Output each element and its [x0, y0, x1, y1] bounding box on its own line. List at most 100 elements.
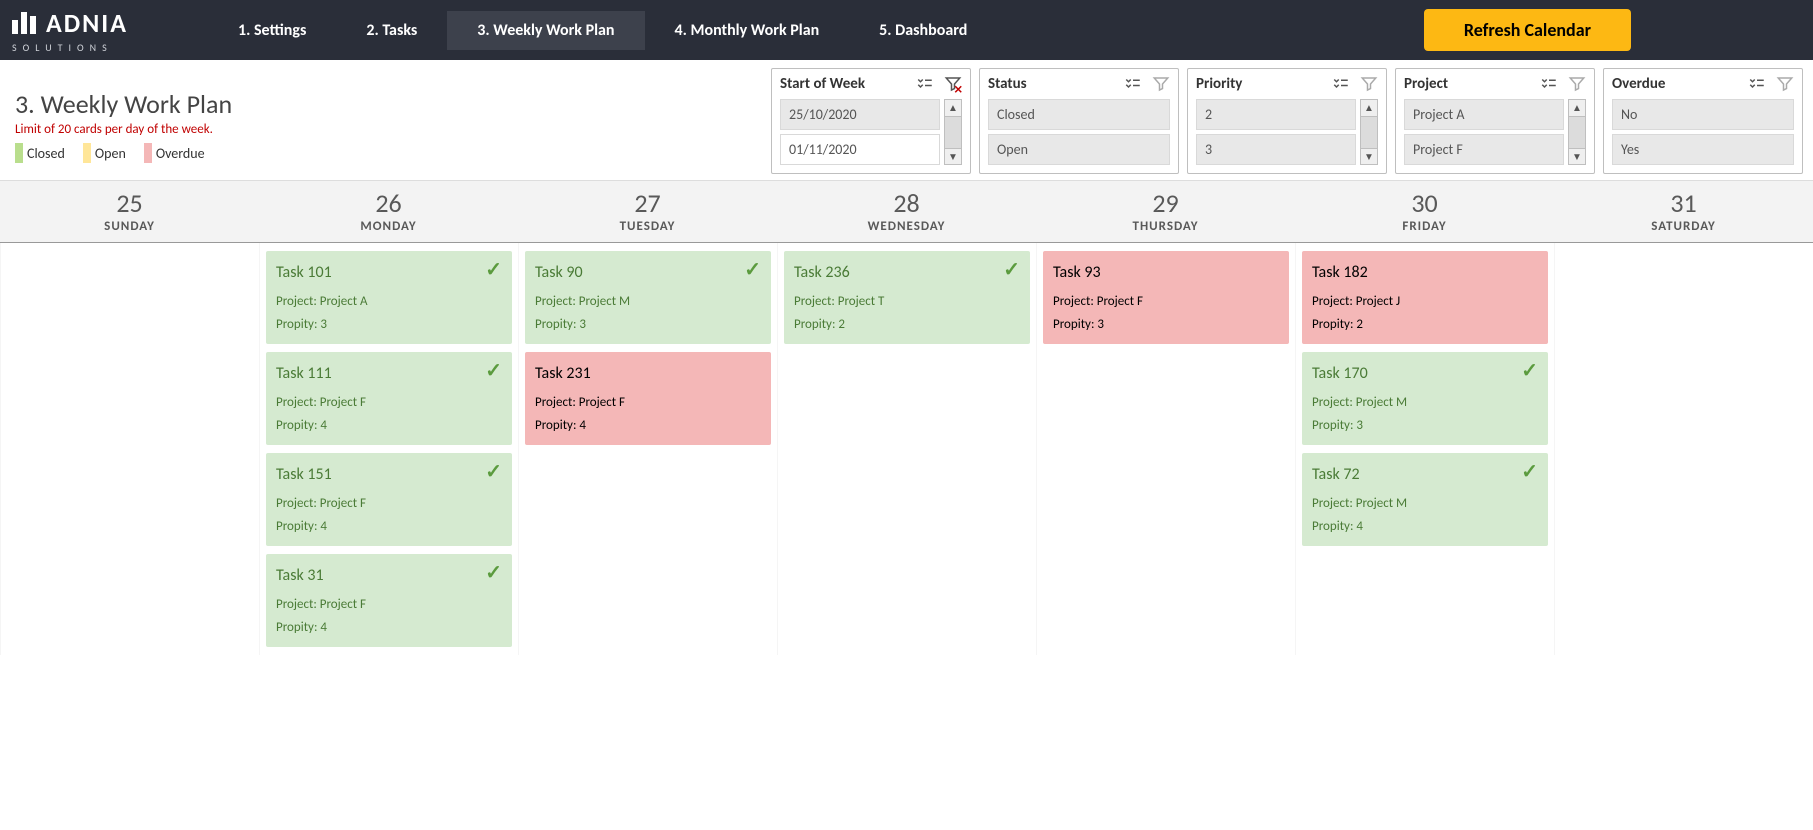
task-title: Task 182 — [1312, 263, 1538, 282]
refresh-calendar-button[interactable]: Refresh Calendar — [1424, 9, 1631, 51]
filter-start-of-week: Start of Week 25/10/2020 01/11/2020 ▲ ▼ — [771, 68, 971, 174]
task-card[interactable]: ✓Task 90 Project: Project M Propity: 3 — [525, 251, 771, 344]
spinner-track[interactable] — [944, 117, 962, 148]
task-card[interactable]: Task 231 Project: Project F Propity: 4 — [525, 352, 771, 445]
filter-project-value-1[interactable]: Project A — [1404, 99, 1564, 130]
nav-dashboard[interactable]: 5. Dashboard — [849, 11, 997, 50]
task-title: Task 236 — [794, 263, 1020, 282]
day-column — [0, 243, 259, 655]
task-card[interactable]: ✓Task 101 Project: Project A Propity: 3 — [266, 251, 512, 344]
nav-monthly[interactable]: 4. Monthly Work Plan — [645, 11, 850, 50]
limit-note: Limit of 20 cards per day of the week. — [15, 122, 510, 137]
day-column: ✓Task 90 Project: Project M Propity: 3 T… — [518, 243, 777, 655]
brand-subtitle: SOLUTIONS — [12, 41, 128, 54]
task-project: Project: Project F — [1053, 294, 1279, 309]
spinner-down-button[interactable]: ▼ — [944, 148, 962, 166]
task-card[interactable]: ✓Task 72 Project: Project M Propity: 4 — [1302, 453, 1548, 546]
spinner-down-button[interactable]: ▼ — [1568, 148, 1586, 166]
check-icon: ✓ — [485, 358, 502, 383]
spinner-up-button[interactable]: ▲ — [1360, 99, 1378, 117]
task-card[interactable]: ✓Task 170 Project: Project M Propity: 3 — [1302, 352, 1548, 445]
task-card[interactable]: ✓Task 31 Project: Project F Propity: 4 — [266, 554, 512, 647]
task-priority: Propity: 4 — [1312, 519, 1538, 534]
legend-open-swatch — [83, 143, 91, 163]
spinner-down-button[interactable]: ▼ — [1360, 148, 1378, 166]
filter-project-value-2[interactable]: Project F — [1404, 134, 1564, 165]
filter-icon[interactable] — [1360, 75, 1378, 93]
filter-overdue-value-1[interactable]: No — [1612, 99, 1794, 130]
check-icon: ✓ — [1521, 358, 1538, 383]
day-number: 26 — [259, 187, 518, 219]
filter-priority: Priority 2 3 ▲ ▼ — [1187, 68, 1387, 174]
task-card[interactable]: ✓Task 111 Project: Project F Propity: 4 — [266, 352, 512, 445]
task-title: Task 31 — [276, 566, 502, 585]
task-card[interactable]: Task 93 Project: Project F Propity: 3 — [1043, 251, 1289, 344]
calendar-header: 25 SUNDAY26 MONDAY27 TUESDAY28 WEDNESDAY… — [0, 180, 1813, 243]
task-card[interactable]: ✓Task 236 Project: Project T Propity: 2 — [784, 251, 1030, 344]
nav-settings[interactable]: 1. Settings — [208, 11, 336, 50]
task-project: Project: Project F — [276, 597, 502, 612]
filter-icon[interactable] — [1776, 75, 1794, 93]
task-card[interactable]: ✓Task 151 Project: Project F Propity: 4 — [266, 453, 512, 546]
task-project: Project: Project M — [1312, 395, 1538, 410]
spinner-track[interactable] — [1360, 117, 1378, 148]
multi-select-icon[interactable] — [916, 75, 934, 93]
filter-overdue-value-2[interactable]: Yes — [1612, 134, 1794, 165]
nav-weekly[interactable]: 3. Weekly Work Plan — [447, 11, 644, 50]
day-name: TUESDAY — [518, 219, 777, 234]
subheader: 3. Weekly Work Plan Limit of 20 cards pe… — [0, 60, 1813, 174]
legend: Closed Open Overdue — [15, 143, 510, 163]
check-icon: ✓ — [485, 459, 502, 484]
title-block: 3. Weekly Work Plan Limit of 20 cards pe… — [10, 68, 510, 163]
spinner-track[interactable] — [1568, 117, 1586, 148]
day-number: 31 — [1554, 187, 1813, 219]
nav-tasks[interactable]: 2. Tasks — [336, 11, 447, 50]
filter-status-value-1[interactable]: Closed — [988, 99, 1170, 130]
task-project: Project: Project F — [535, 395, 761, 410]
day-header: 29 THURSDAY — [1036, 181, 1295, 242]
task-title: Task 101 — [276, 263, 502, 282]
multi-select-icon[interactable] — [1748, 75, 1766, 93]
brand-name: ADNIA — [46, 7, 128, 39]
task-card[interactable]: Task 182 Project: Project J Propity: 2 — [1302, 251, 1548, 344]
filter-priority-value-2[interactable]: 3 — [1196, 134, 1356, 165]
task-priority: Propity: 4 — [276, 519, 502, 534]
task-project: Project: Project A — [276, 294, 502, 309]
clear-filter-icon[interactable] — [944, 75, 962, 93]
task-priority: Propity: 3 — [276, 317, 502, 332]
task-priority: Propity: 3 — [1053, 317, 1279, 332]
filter-start-value-1[interactable]: 25/10/2020 — [780, 99, 940, 130]
multi-select-icon[interactable] — [1124, 75, 1142, 93]
spinner-up-button[interactable]: ▲ — [944, 99, 962, 117]
legend-open-label: Open — [95, 145, 126, 162]
filter-priority-value-1[interactable]: 2 — [1196, 99, 1356, 130]
day-name: SATURDAY — [1554, 219, 1813, 234]
check-icon: ✓ — [485, 560, 502, 585]
filter-overdue: Overdue No Yes — [1603, 68, 1803, 174]
filter-start-title: Start of Week — [780, 75, 865, 93]
multi-select-icon[interactable] — [1540, 75, 1558, 93]
multi-select-icon[interactable] — [1332, 75, 1350, 93]
task-title: Task 170 — [1312, 364, 1538, 383]
task-project: Project: Project M — [1312, 496, 1538, 511]
check-icon: ✓ — [1521, 459, 1538, 484]
check-icon: ✓ — [485, 257, 502, 282]
page-title: 3. Weekly Work Plan — [15, 88, 510, 120]
filter-icon[interactable] — [1568, 75, 1586, 93]
day-header: 26 MONDAY — [259, 181, 518, 242]
calendar-body: ✓Task 101 Project: Project A Propity: 3 … — [0, 243, 1813, 655]
day-header: 27 TUESDAY — [518, 181, 777, 242]
day-number: 27 — [518, 187, 777, 219]
task-project: Project: Project F — [276, 496, 502, 511]
task-title: Task 93 — [1053, 263, 1279, 282]
spinner-up-button[interactable]: ▲ — [1568, 99, 1586, 117]
filter-start-value-2[interactable]: 01/11/2020 — [780, 134, 940, 165]
logo-bars-icon — [12, 12, 36, 34]
task-priority: Propity: 4 — [276, 418, 502, 433]
brand-logo: ADNIA SOLUTIONS — [12, 7, 128, 54]
filter-status-value-2[interactable]: Open — [988, 134, 1170, 165]
filter-priority-title: Priority — [1196, 75, 1242, 93]
legend-closed-label: Closed — [27, 145, 65, 162]
filter-icon[interactable] — [1152, 75, 1170, 93]
check-icon: ✓ — [1003, 257, 1020, 282]
